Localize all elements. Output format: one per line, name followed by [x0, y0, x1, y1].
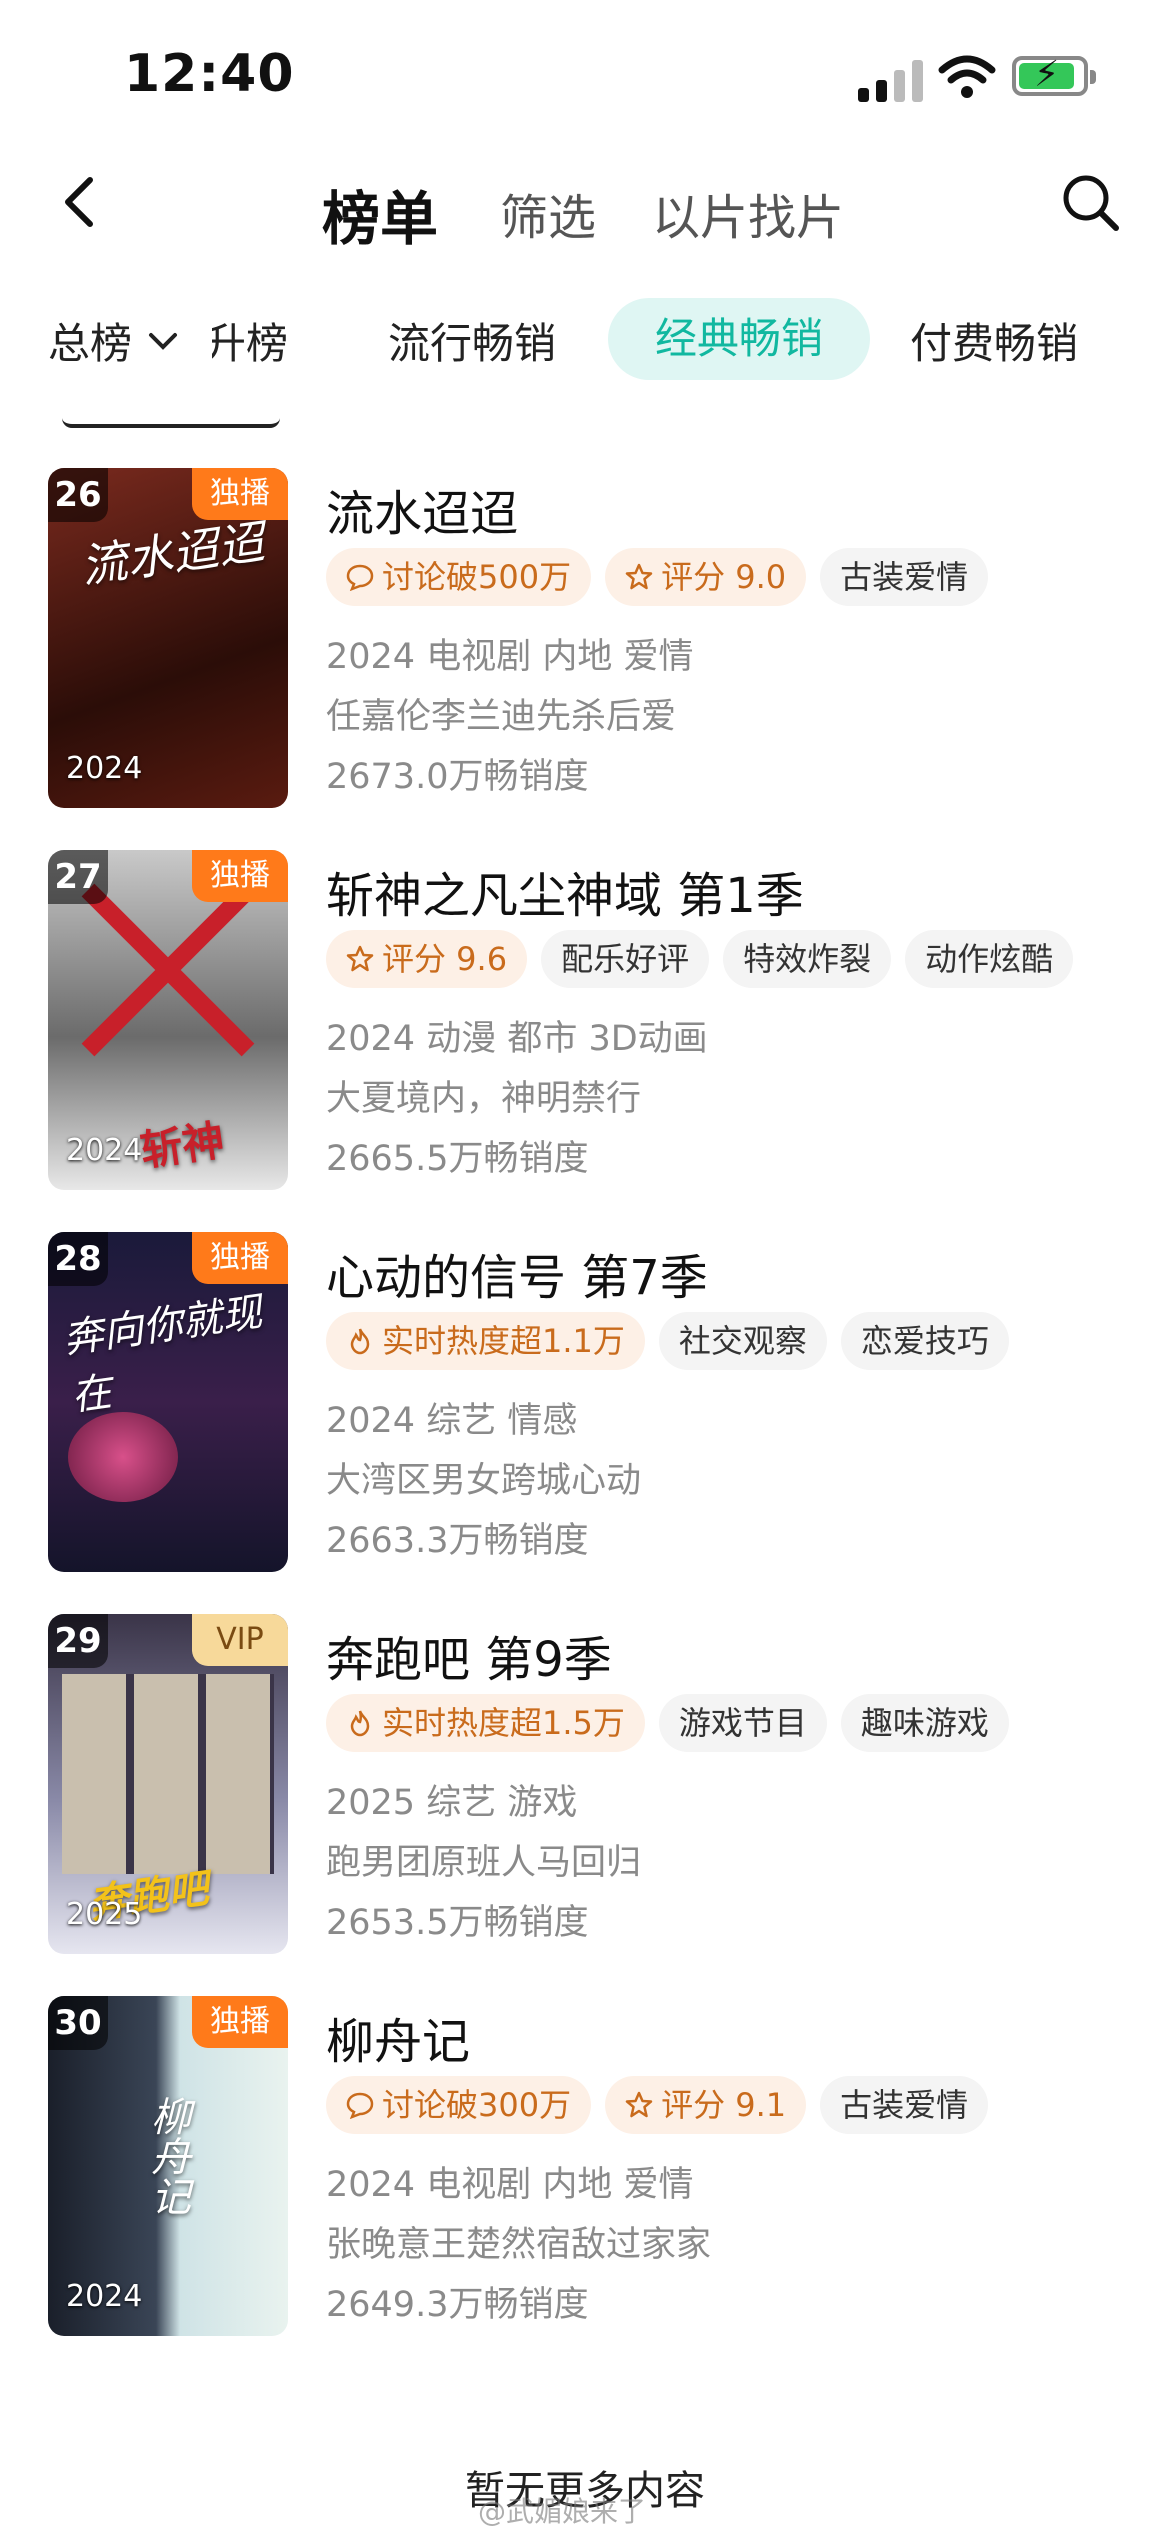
item-sales: 2663.3万畅销度	[326, 1521, 589, 1561]
poster-image[interactable]: 27 独播 2024 斩神	[48, 850, 288, 1190]
item-sales: 2649.3万畅销度	[326, 2285, 589, 2325]
tag-genre: 社交观察	[658, 1312, 827, 1370]
tag-genre: 动作炫酷	[905, 930, 1074, 988]
rank-number: 26	[48, 468, 108, 522]
list-item[interactable]: 27 独播 2024 斩神 斩神之凡尘神域 第1季 评分 9.6 配乐好评 特效…	[0, 850, 1170, 1190]
item-sales: 2653.5万畅销度	[326, 1903, 589, 1943]
page-title[interactable]: 榜单	[322, 172, 438, 256]
star-icon	[346, 945, 374, 972]
poster-title-art: 奔向你就现在	[60, 1289, 265, 1421]
tag-genre: 古装爱情	[820, 2076, 989, 2134]
previous-item-edge	[62, 418, 280, 428]
item-description: 大湾区男女跨城心动	[326, 1461, 642, 1501]
rank-number: 29	[48, 1614, 108, 1668]
star-icon	[625, 2091, 653, 2118]
item-title[interactable]: 流水迢迢	[326, 474, 518, 544]
status-time: 12:40	[124, 44, 295, 104]
tag-genre: 配乐好评	[541, 930, 710, 988]
exclusive-badge: 独播	[192, 468, 288, 520]
tag-rating: 评分 9.0	[605, 548, 807, 606]
item-description: 张晚意王楚然宿敌过家家	[326, 2225, 712, 2265]
poster-title-art: 柳舟记	[144, 2096, 190, 2216]
status-bar: 12:40 ⚡	[0, 0, 1170, 150]
category-popular[interactable]: 流行畅销	[388, 310, 556, 371]
exclusive-badge: 独播	[192, 850, 288, 902]
star-icon	[625, 563, 653, 590]
item-meta: 2025 综艺 游戏	[326, 1783, 578, 1823]
tab-filter[interactable]: 筛选	[500, 178, 596, 248]
tag-heat: 实时热度超1.1万	[326, 1312, 645, 1370]
vip-badge: VIP	[192, 1614, 288, 1666]
item-title[interactable]: 斩神之凡尘神域 第1季	[326, 856, 804, 926]
rank-number: 27	[48, 850, 108, 904]
item-description: 跑男团原班人马回归	[326, 1843, 642, 1883]
item-title[interactable]: 奔跑吧 第9季	[326, 1620, 612, 1690]
item-description: 任嘉伦李兰迪先杀后爱	[326, 697, 677, 737]
category-rising[interactable]: 升榜	[212, 310, 288, 371]
list-item[interactable]: 流水迢迢 26 独播 2024 流水迢迢 讨论破500万 评分 9.0 古装爱情…	[0, 468, 1170, 808]
tag-genre: 恋爱技巧	[840, 1312, 1009, 1370]
item-title[interactable]: 心动的信号 第7季	[326, 1238, 708, 1308]
item-title[interactable]: 柳舟记	[326, 2002, 470, 2072]
battery-icon: ⚡	[1012, 54, 1096, 96]
item-meta: 2024 综艺 情感	[326, 1401, 578, 1441]
list-item[interactable]: 奔向你就现在 28 独播 心动的信号 第7季 实时热度超1.1万 社交观察 恋爱…	[0, 1232, 1170, 1572]
tab-find-by-film[interactable]: 以片找片	[652, 178, 844, 248]
item-meta: 2024 电视剧 内地 爱情	[326, 2165, 694, 2205]
exclusive-badge: 独播	[192, 1232, 288, 1284]
flame-icon	[350, 1710, 370, 1737]
chat-icon	[346, 2092, 374, 2119]
poster-year: 2024	[66, 2279, 143, 2314]
exclusive-badge: 独播	[192, 1996, 288, 2048]
poster-image[interactable]: 奔向你就现在 28 独播	[48, 1232, 288, 1572]
item-meta: 2024 动漫 都市 3D动画	[326, 1019, 708, 1059]
poster-image[interactable]: 奔跑吧 29 VIP 2025	[48, 1614, 288, 1954]
cellular-signal-icon	[858, 58, 928, 102]
watermark: @武媚娘来了	[478, 2495, 647, 2528]
tag-genre: 特效炸裂	[723, 930, 892, 988]
category-paid[interactable]: 付费畅销	[910, 310, 1078, 371]
tag-row: 评分 9.6 配乐好评 特效炸裂 动作炫酷	[326, 930, 1074, 988]
tag-row: 讨论破300万 评分 9.1 古装爱情	[326, 2076, 989, 2134]
poster-image[interactable]: 柳舟记 30 独播 2024	[48, 1996, 288, 2336]
item-sales: 2665.5万畅销度	[326, 1139, 589, 1179]
chevron-down-icon[interactable]	[148, 330, 178, 354]
chat-icon	[346, 564, 374, 591]
tag-genre: 古装爱情	[820, 548, 989, 606]
tag-row: 实时热度超1.1万 社交观察 恋爱技巧	[326, 1312, 1009, 1370]
tag-genre: 趣味游戏	[840, 1694, 1009, 1752]
tag-genre: 游戏节目	[658, 1694, 827, 1752]
wifi-icon	[938, 55, 996, 98]
tag-rating: 评分 9.6	[326, 930, 528, 988]
item-sales: 2673.0万畅销度	[326, 757, 589, 797]
poster-art-photo-grid	[62, 1674, 274, 1874]
list-item[interactable]: 奔跑吧 29 VIP 2025 奔跑吧 第9季 实时热度超1.5万 游戏节目 趣…	[0, 1614, 1170, 1954]
poster-title-art: 斩神	[137, 1115, 228, 1176]
tag-discussion: 讨论破500万	[326, 548, 592, 606]
top-nav: 榜单 筛选 以片找片	[0, 150, 1170, 260]
poster-art-flowers	[68, 1412, 178, 1502]
tag-discussion: 讨论破300万	[326, 2076, 592, 2134]
tag-row: 实时热度超1.5万 游戏节目 趣味游戏	[326, 1694, 1009, 1752]
rank-number: 30	[48, 1996, 108, 2050]
tag-row: 讨论破500万 评分 9.0 古装爱情	[326, 548, 989, 606]
back-arrow-icon[interactable]	[50, 172, 110, 232]
poster-year: 2024	[66, 1133, 143, 1168]
item-meta: 2024 电视剧 内地 爱情	[326, 637, 694, 677]
poster-year: 2025	[66, 1897, 143, 1932]
tag-rating: 评分 9.1	[605, 2076, 807, 2134]
flame-icon	[350, 1328, 370, 1355]
tag-heat: 实时热度超1.5万	[326, 1694, 645, 1752]
category-dropdown[interactable]: 总榜	[48, 310, 132, 371]
list-item[interactable]: 柳舟记 30 独播 2024 柳舟记 讨论破300万 评分 9.1 古装爱情 2…	[0, 1996, 1170, 2336]
rank-number: 28	[48, 1232, 108, 1286]
poster-year: 2024	[66, 751, 143, 786]
category-classic[interactable]: 经典畅销	[608, 298, 870, 380]
search-icon[interactable]	[1058, 170, 1122, 234]
poster-image[interactable]: 流水迢迢 26 独播 2024	[48, 468, 288, 808]
item-description: 大夏境内，神明禁行	[326, 1079, 642, 1119]
